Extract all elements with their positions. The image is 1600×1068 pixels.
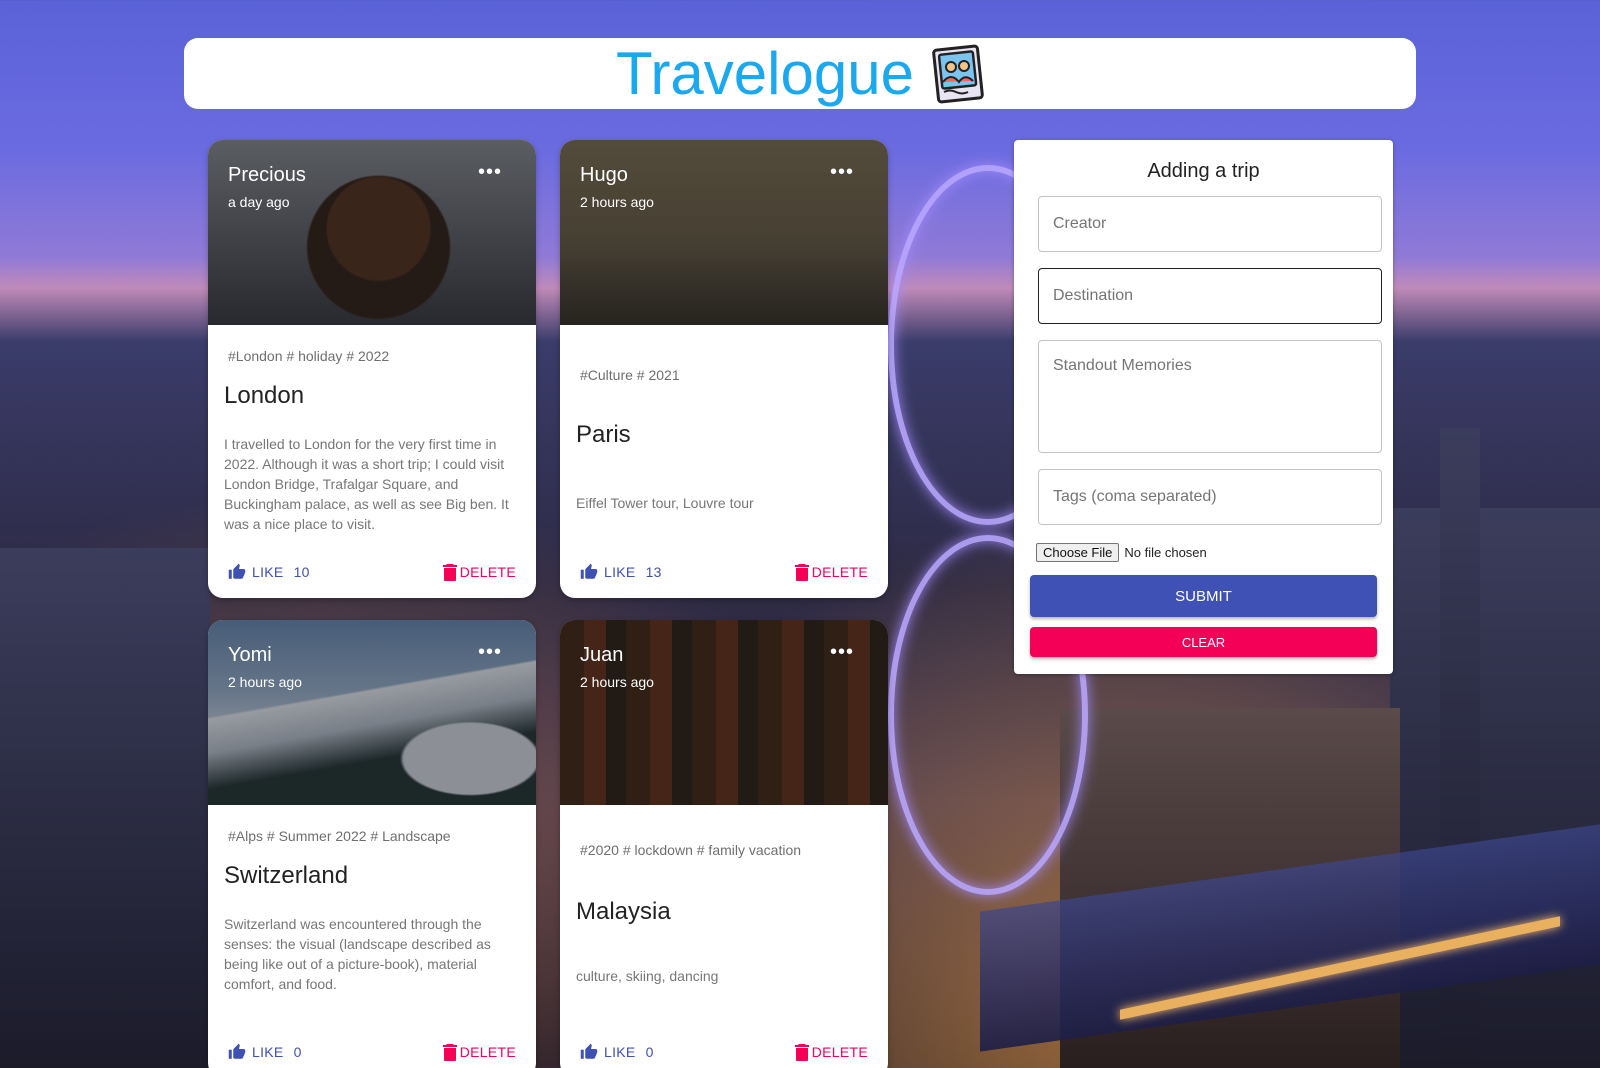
app-header: Travelogue <box>184 38 1416 109</box>
post-image: Yomi 2 hours ago ••• <box>208 620 536 805</box>
post-title: Paris <box>576 421 631 448</box>
trash-icon <box>794 563 809 581</box>
tags-field[interactable] <box>1038 469 1382 525</box>
more-options-icon[interactable]: ••• <box>478 642 502 662</box>
post-title: Malaysia <box>576 898 671 925</box>
more-options-icon[interactable]: ••• <box>478 162 502 182</box>
file-upload: Choose File No file chosen <box>1036 543 1207 562</box>
like-count: 10 <box>293 564 310 580</box>
thumb-up-icon <box>228 563 246 579</box>
post-card: Yomi 2 hours ago ••• #Alps # Summer 2022… <box>208 620 536 1068</box>
app-title: Travelogue <box>616 39 914 107</box>
trash-icon <box>442 1043 457 1061</box>
more-options-icon[interactable]: ••• <box>830 162 854 182</box>
thumb-up-icon <box>580 1043 598 1059</box>
thumb-up-icon <box>228 1043 246 1059</box>
choose-file-button[interactable]: Choose File <box>1036 543 1120 562</box>
thumb-up-icon <box>580 563 598 579</box>
post-message: I travelled to London for the very first… <box>224 436 509 532</box>
delete-label: DELETE <box>459 564 516 580</box>
post-time: 2 hours ago <box>228 674 302 690</box>
like-count: 0 <box>293 1044 302 1060</box>
like-button[interactable]: LIKE 10 <box>228 563 310 581</box>
post-card: Precious a day ago ••• #London # holiday… <box>208 140 536 598</box>
post-creator: Hugo <box>580 164 628 186</box>
post-card: Hugo 2 hours ago ••• #Culture # 2021 Par… <box>560 140 888 598</box>
post-image: Hugo 2 hours ago ••• <box>560 140 888 325</box>
delete-label: DELETE <box>811 564 868 580</box>
post-tags: #London # holiday # 2022 <box>228 348 390 364</box>
delete-label: DELETE <box>459 1044 516 1060</box>
memories-textarea[interactable] <box>1053 357 1367 429</box>
post-image: Precious a day ago ••• <box>208 140 536 325</box>
post-image: Juan 2 hours ago ••• <box>560 620 888 805</box>
post-time: a day ago <box>228 194 290 210</box>
add-trip-form: Adding a trip Choose File No file chosen… <box>1014 140 1393 674</box>
like-button[interactable]: LIKE 13 <box>580 563 662 581</box>
post-message: Switzerland was encountered through the … <box>224 916 491 992</box>
post-tags: #Culture # 2021 <box>580 367 680 383</box>
delete-button[interactable]: DELETE <box>794 1043 868 1061</box>
destination-field[interactable] <box>1038 268 1382 324</box>
like-count: 13 <box>645 564 662 580</box>
like-label: LIKE <box>604 564 636 580</box>
creator-input[interactable] <box>1053 215 1367 233</box>
delete-button[interactable]: DELETE <box>442 563 516 581</box>
like-count: 0 <box>645 1044 654 1060</box>
creator-field[interactable] <box>1038 196 1382 252</box>
like-label: LIKE <box>604 1044 636 1060</box>
post-creator: Yomi <box>228 644 272 666</box>
post-creator: Juan <box>580 644 624 666</box>
photo-album-icon <box>932 44 984 104</box>
delete-button[interactable]: DELETE <box>794 563 868 581</box>
form-title: Adding a trip <box>1147 160 1260 182</box>
delete-label: DELETE <box>811 1044 868 1060</box>
submit-button[interactable]: SUBMIT <box>1030 575 1377 617</box>
memories-field[interactable] <box>1038 340 1382 453</box>
trash-icon <box>442 563 457 581</box>
more-options-icon[interactable]: ••• <box>830 642 854 662</box>
post-time: 2 hours ago <box>580 674 654 690</box>
trash-icon <box>794 1043 809 1061</box>
post-time: 2 hours ago <box>580 194 654 210</box>
destination-input[interactable] <box>1053 287 1367 305</box>
clear-button[interactable]: CLEAR <box>1030 627 1377 657</box>
post-title: Switzerland <box>224 862 349 889</box>
post-creator: Precious <box>228 164 306 186</box>
post-message: Eiffel Tower tour, Louvre tour <box>576 495 754 511</box>
like-label: LIKE <box>252 564 284 580</box>
delete-button[interactable]: DELETE <box>442 1043 516 1061</box>
post-message: culture, skiing, dancing <box>576 968 719 984</box>
post-tags: #Alps # Summer 2022 # Landscape <box>228 828 451 844</box>
like-button[interactable]: LIKE 0 <box>580 1043 654 1061</box>
post-title: London <box>224 382 305 409</box>
file-status: No file chosen <box>1124 545 1207 560</box>
like-label: LIKE <box>252 1044 284 1060</box>
like-button[interactable]: LIKE 0 <box>228 1043 302 1061</box>
post-card: Juan 2 hours ago ••• #2020 # lockdown # … <box>560 620 888 1068</box>
post-tags: #2020 # lockdown # family vacation <box>580 842 802 858</box>
tags-input[interactable] <box>1053 488 1367 506</box>
